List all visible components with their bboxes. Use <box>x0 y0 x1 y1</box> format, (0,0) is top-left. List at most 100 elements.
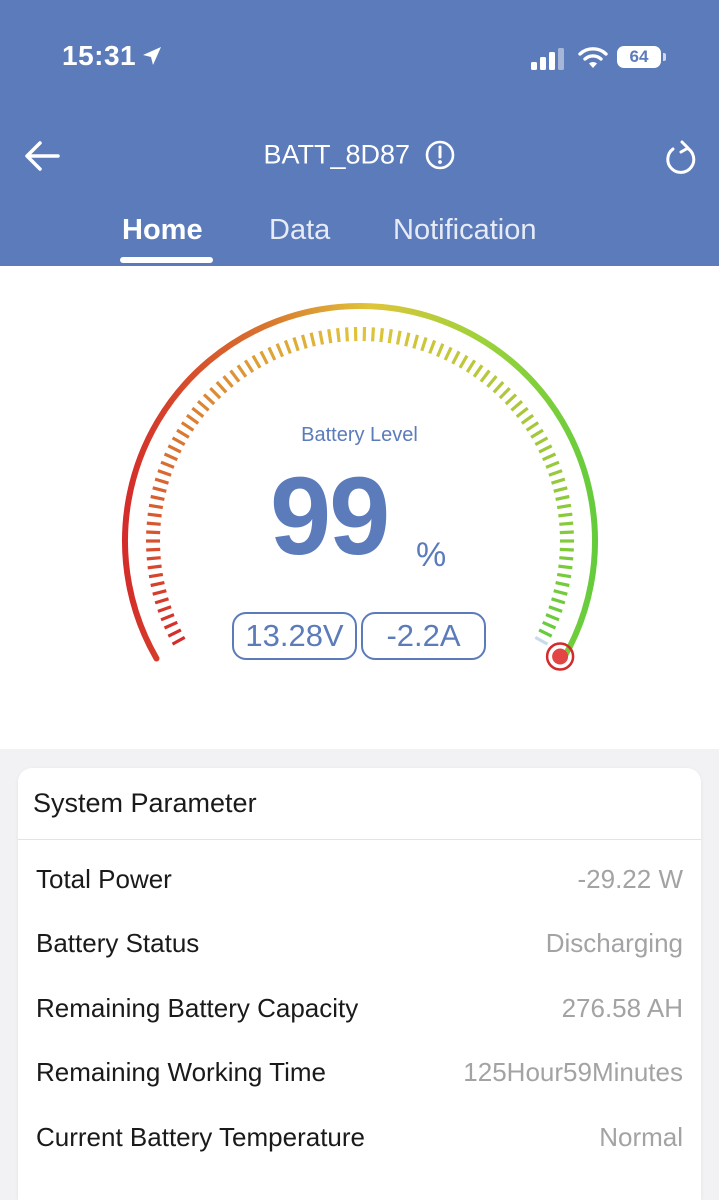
gauge-tick <box>545 460 560 469</box>
gauge-tick <box>215 380 228 394</box>
gauge-tick <box>275 343 284 358</box>
gauge-tick <box>146 556 161 561</box>
gauge-tick <box>548 605 563 613</box>
gauge-tick <box>534 635 549 646</box>
param-value-working-time: 125Hour59Minutes <box>463 1057 683 1087</box>
gauge-tick <box>551 597 566 605</box>
gauge-tick <box>559 530 574 535</box>
gauge-tick <box>154 597 169 605</box>
gauge-tick <box>152 486 167 493</box>
system-parameter-card: System Parameter Total Power -29.22 W Ba… <box>18 768 701 1200</box>
gauge-tick <box>404 332 411 347</box>
gauge-tick <box>548 469 563 477</box>
gauge-tick <box>336 328 341 343</box>
gauge-tick <box>451 350 461 365</box>
gauge-tick <box>163 452 178 462</box>
gauge-indicator-dot <box>552 648 569 665</box>
param-value-remaining-capacity: 276.58 AH <box>561 993 683 1023</box>
param-value-battery-status: Discharging <box>545 928 683 958</box>
status-time: 15:31 <box>62 40 137 71</box>
gauge-tick <box>510 399 524 412</box>
gauge-tick <box>147 564 162 570</box>
gauge-tick <box>147 512 162 518</box>
gauge-tick <box>465 359 477 373</box>
param-label-total-power: Total Power <box>36 864 172 894</box>
gauge-tick <box>185 413 200 425</box>
gauge-tick <box>436 343 445 358</box>
gauge-tick <box>545 613 560 622</box>
battery-percent: 64 <box>629 47 649 66</box>
active-tab-indicator <box>120 257 213 263</box>
gauge-tick <box>259 350 269 365</box>
gauge-tick <box>222 375 234 388</box>
gauge-tick <box>283 339 292 355</box>
gauge-tick <box>542 620 557 630</box>
gauge-tick <box>556 503 572 510</box>
gauge-tick <box>395 330 402 345</box>
gauge-tick <box>150 581 165 588</box>
param-value-total-power: -29.22 W <box>577 864 684 894</box>
gauge-tick <box>559 521 574 526</box>
gauge-tick <box>309 332 316 347</box>
refresh-icon[interactable] <box>663 138 699 178</box>
gauge-tick <box>556 572 572 579</box>
gauge-caption: Battery Level <box>301 424 418 446</box>
app-header: 15:31 64 BATT_8D87 Home Data Notificatio… <box>0 0 719 266</box>
gauge-tick <box>542 452 557 462</box>
param-value-temperature: Normal <box>599 1122 683 1152</box>
wifi-icon <box>578 47 608 68</box>
gauge-tick <box>428 339 437 355</box>
gauge-tick <box>558 564 573 570</box>
gauge-tick <box>157 605 172 613</box>
gauge-tick <box>520 413 535 425</box>
gauge-tick <box>292 337 300 352</box>
param-label-remaining-capacity: Remaining Battery Capacity <box>36 993 359 1023</box>
gauge-tick <box>443 346 453 361</box>
card-title: System Parameter <box>33 788 257 818</box>
gauge-tick <box>420 337 428 352</box>
param-label-temperature: Current Battery Temperature <box>36 1122 365 1152</box>
divider <box>18 839 701 840</box>
gauge-tick <box>412 334 420 349</box>
battery-level-unit: % <box>416 536 447 574</box>
param-label-working-time: Remaining Working Time <box>36 1057 326 1087</box>
gauge-tick <box>148 572 164 579</box>
gauge-tick <box>458 354 469 369</box>
gauge-tick <box>472 364 484 378</box>
gauge-tick <box>171 635 186 646</box>
gauge-tick <box>327 329 333 344</box>
tab-notification[interactable]: Notification <box>393 214 536 247</box>
location-arrow-icon <box>143 47 161 65</box>
tab-home[interactable]: Home <box>122 214 203 247</box>
tab-data[interactable]: Data <box>269 214 330 247</box>
gauge-tick <box>163 620 178 630</box>
gauge-tick <box>154 477 169 485</box>
gauge-tick <box>146 521 161 526</box>
gauge-tick <box>196 399 210 412</box>
gauge-tick <box>160 460 175 469</box>
gauge-tick <box>387 329 393 344</box>
cellular-signal-icon <box>531 48 564 70</box>
gauge-tick <box>191 406 205 419</box>
gauge-tick <box>160 613 175 622</box>
gauge-tick <box>559 547 574 552</box>
gauge-tick <box>209 386 222 400</box>
gauge-tick <box>559 556 574 561</box>
gauge-tick <box>152 589 167 596</box>
gauge-tick <box>555 494 570 501</box>
gauge-tick <box>150 494 165 501</box>
gauge-tick <box>318 330 325 345</box>
gauge-tick <box>492 380 505 394</box>
gauge-tick <box>515 406 529 419</box>
gauge-tick <box>300 334 308 349</box>
battery-gauge-panel: Battery Level 99 % 13.28V -2.2A <box>0 266 719 749</box>
gauge-tick <box>345 327 349 342</box>
battery-status-icon: 64 <box>617 46 667 70</box>
page-title: BATT_8D87 <box>263 139 411 170</box>
info-icon[interactable] <box>424 139 456 171</box>
gauge-tick <box>555 581 570 588</box>
gauge-tick <box>229 369 241 383</box>
gauge-tick <box>267 346 277 361</box>
gauge-tick <box>157 469 172 477</box>
gauge-tick <box>498 386 511 400</box>
